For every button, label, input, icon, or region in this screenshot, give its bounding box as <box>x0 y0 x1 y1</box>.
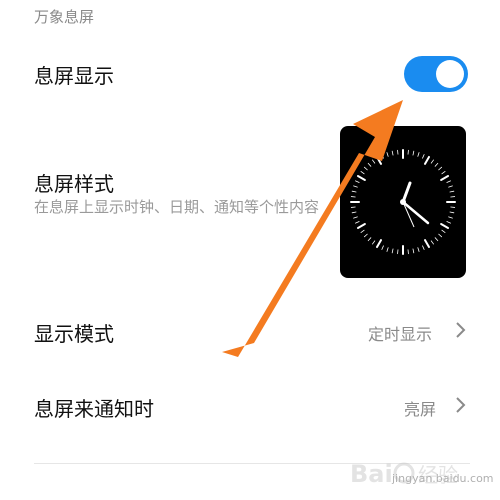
clock-tick <box>363 233 368 238</box>
clock-tick <box>376 155 382 165</box>
clock-tick <box>424 155 430 165</box>
clock-tick <box>391 248 394 254</box>
clock-tick <box>367 237 372 242</box>
clock-tick <box>417 152 420 157</box>
clock-tick <box>449 211 455 214</box>
clock-tick <box>412 248 415 254</box>
clock-tick <box>441 229 446 233</box>
clock-tick <box>422 154 425 159</box>
clock-tick <box>448 185 453 188</box>
clock-tick <box>446 180 451 183</box>
clock-tick <box>446 221 451 224</box>
chevron-right-icon <box>456 397 466 413</box>
clock-tick <box>360 229 365 233</box>
aod-label: 息屏显示 <box>34 64 114 88</box>
clock-tick <box>376 239 382 249</box>
clock-tick <box>434 162 439 167</box>
clock-tick <box>430 159 434 164</box>
notification-value: 亮屏 <box>404 400 437 419</box>
clock-tick <box>448 216 453 219</box>
toggle-knob <box>436 60 464 88</box>
analog-clock-icon <box>350 149 456 255</box>
clock-tick <box>353 216 358 219</box>
display-mode-value: 定时显示 <box>368 325 433 344</box>
clock-tick <box>441 171 446 175</box>
clock-tick <box>360 171 365 175</box>
clock-tick <box>372 240 376 245</box>
watermark-url: jingyan.baidu.com <box>392 472 494 485</box>
clock-tick <box>355 221 360 224</box>
clock-tick <box>363 166 368 171</box>
clock-tick <box>430 240 434 245</box>
section-title: 万象息屏 <box>34 8 95 26</box>
clock-tick <box>353 185 358 188</box>
clock-tick <box>381 245 384 250</box>
svg-text:Bai: Bai <box>350 460 393 488</box>
clock-tick <box>434 237 439 242</box>
clock-tick <box>422 245 425 250</box>
clock-tick <box>440 175 450 181</box>
clock-tick <box>367 162 372 167</box>
clock-tick <box>355 180 360 183</box>
clock-tick <box>417 247 420 252</box>
clock-tick <box>440 223 450 229</box>
notification-label: 息屏来通知时 <box>34 397 154 421</box>
clock-tick <box>351 190 357 193</box>
clock-tick <box>351 211 357 214</box>
clock-tick <box>438 166 443 171</box>
aod-style-label: 息屏样式 <box>34 172 114 196</box>
display-mode-label: 显示模式 <box>34 322 114 346</box>
clock-tick <box>449 190 455 193</box>
clock-tick <box>386 152 389 157</box>
aod-toggle[interactable] <box>404 56 468 92</box>
clock-tick <box>356 223 366 229</box>
clock-tick <box>372 159 376 164</box>
aod-style-description: 在息屏上显示时钟、日期、通知等个性内容 <box>34 198 320 216</box>
clock-style-preview[interactable] <box>340 126 466 278</box>
clock-tick <box>386 247 389 252</box>
clock-tick <box>412 150 415 156</box>
clock-tick <box>438 233 443 238</box>
clock-tick <box>424 239 430 249</box>
clock-tick <box>391 150 394 156</box>
clock-tick <box>381 154 384 159</box>
chevron-right-icon <box>456 322 466 338</box>
clock-tick <box>356 175 366 181</box>
